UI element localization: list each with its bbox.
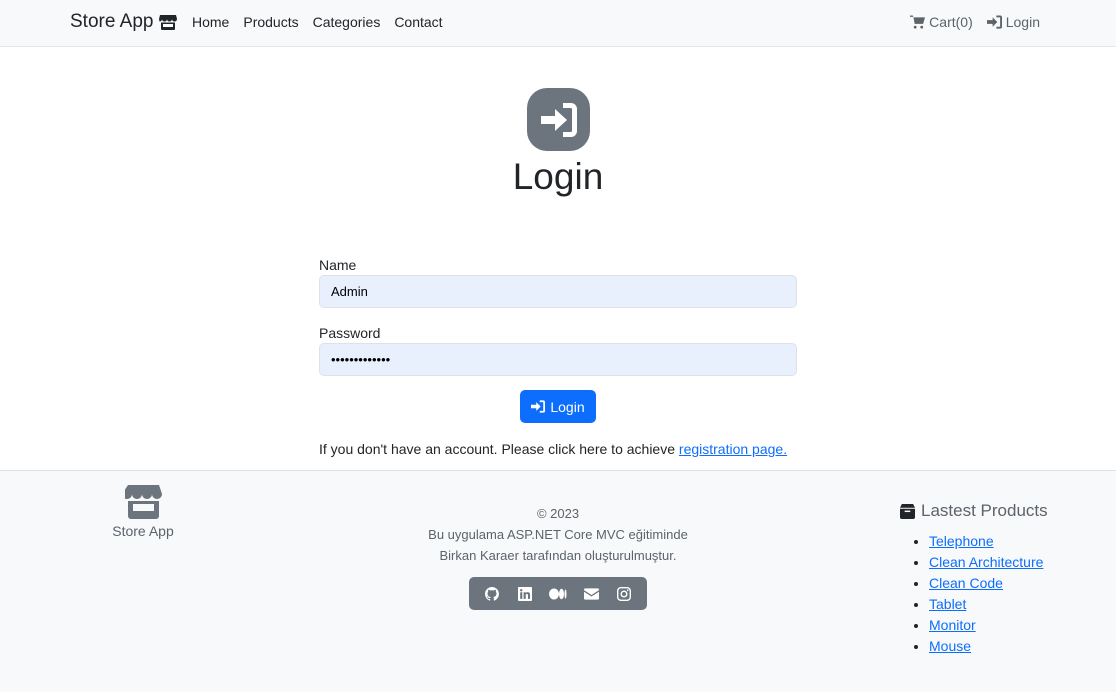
box-icon <box>900 503 915 519</box>
product-link[interactable]: Mouse <box>929 638 971 654</box>
product-link[interactable]: Clean Code <box>929 575 1003 591</box>
medium-icon[interactable] <box>546 582 570 606</box>
brand-text: Store App <box>70 11 154 32</box>
cart-icon <box>910 15 926 29</box>
nav-categories[interactable]: Categories <box>313 14 381 30</box>
sign-in-icon <box>531 400 546 413</box>
linkedin-icon[interactable] <box>513 582 537 606</box>
login-button-label: Login <box>550 398 585 415</box>
product-link[interactable]: Monitor <box>929 617 976 633</box>
social-links <box>469 577 647 610</box>
password-label: Password <box>319 325 381 341</box>
registration-link[interactable]: registration page. <box>679 441 787 457</box>
list-item: Telephone <box>929 531 1048 552</box>
nav-right: Cart(0) Login <box>910 14 1040 30</box>
list-item: Clean Code <box>929 573 1048 594</box>
latest-products-heading: Lastest Products <box>900 501 1048 521</box>
product-link[interactable]: Tablet <box>929 596 966 612</box>
product-link[interactable]: Telephone <box>929 533 994 549</box>
latest-products-title: Lastest Products <box>921 501 1048 520</box>
instagram-icon[interactable] <box>612 582 636 606</box>
main-content: Login Name Password Login If you don't h… <box>0 47 1116 470</box>
footer: Store App © 2023 Bu uygulama ASP.NET Cor… <box>0 470 1116 692</box>
list-item: Mouse <box>929 636 1048 657</box>
login-form: Name Password Login If you don't have an… <box>319 257 797 457</box>
envelope-icon[interactable] <box>579 582 603 606</box>
sign-in-icon <box>986 15 1002 29</box>
nav-products[interactable]: Products <box>243 14 298 30</box>
list-item: Tablet <box>929 594 1048 615</box>
list-item: Monitor <box>929 615 1048 636</box>
list-item: Clean Architecture <box>929 552 1048 573</box>
password-input[interactable] <box>319 343 797 376</box>
register-prompt: If you don't have an account. Please cli… <box>319 441 797 457</box>
login-button[interactable]: Login <box>520 390 596 423</box>
main-nav: Home Products Categories Contact <box>192 14 457 30</box>
cart-label: Cart(0) <box>929 14 973 30</box>
nav-home[interactable]: Home <box>192 14 229 30</box>
name-label: Name <box>319 257 357 273</box>
product-link[interactable]: Clean Architecture <box>929 554 1043 570</box>
name-input[interactable] <box>319 275 797 308</box>
store-icon <box>159 15 178 30</box>
github-icon[interactable] <box>480 582 504 606</box>
latest-products: Lastest Products Telephone Clean Archite… <box>900 501 1048 657</box>
page-title: Login <box>512 156 604 197</box>
login-link[interactable]: Login <box>986 14 1040 30</box>
navbar: Store App Home Products Categories Conta… <box>0 0 1116 47</box>
nav-contact[interactable]: Contact <box>394 14 442 30</box>
cart-link[interactable]: Cart(0) <box>910 14 973 30</box>
latest-products-list: Telephone Clean Architecture Clean Code … <box>900 531 1048 657</box>
sign-in-icon <box>527 88 590 151</box>
login-label: Login <box>1005 14 1040 30</box>
register-prompt-text: If you don't have an account. Please cli… <box>319 441 679 457</box>
brand-link[interactable]: Store App <box>70 11 178 33</box>
